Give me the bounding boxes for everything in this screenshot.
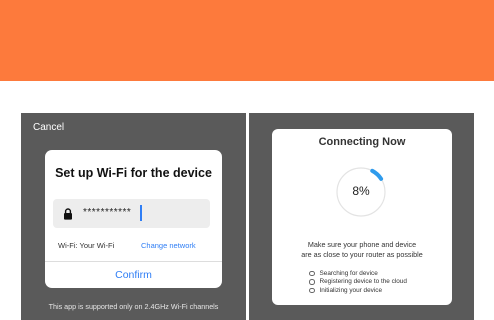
wifi-password-field[interactable]: *********** [53, 199, 210, 228]
connecting-title: Connecting Now [318, 136, 406, 148]
connecting-screen: Connecting Now 8% Make sure your phone a… [249, 113, 474, 320]
step-label: Initializing your device [319, 286, 383, 294]
step-status-icon [309, 270, 315, 276]
wifi-setup-screen: Cancel Set up Wi-Fi for the device *****… [21, 113, 246, 320]
instruction-line-1: Make sure your phone and device [307, 240, 417, 249]
step-status-icon [309, 287, 315, 293]
confirm-button[interactable]: Confirm [45, 262, 222, 288]
dialog-title: Set up Wi-Fi for the device [55, 166, 212, 180]
connecting-card: Connecting Now 8% Make sure your phone a… [272, 129, 452, 305]
instruction-line-2: are as close to your router as possible [301, 250, 423, 259]
step-searching: Searching for device [309, 269, 449, 278]
text-cursor [140, 205, 142, 221]
wifi-setup-dialog: Set up Wi-Fi for the device *********** … [45, 150, 222, 288]
step-initializing: Initializing your device [309, 286, 449, 295]
progress-percent: 8% [352, 184, 370, 198]
orange-banner [0, 0, 494, 81]
step-label: Registering device to the cloud [319, 278, 407, 286]
wifi-password-value: *********** [83, 207, 132, 218]
step-registering: Registering device to the cloud [309, 278, 449, 287]
current-wifi-label: Wi-Fi: Your Wi-Fi [58, 241, 115, 250]
support-note: This app is supported only on 2.4GHz Wi-… [48, 302, 219, 311]
cancel-button[interactable]: Cancel [33, 122, 64, 133]
lock-icon [64, 208, 72, 220]
step-label: Searching for device [319, 269, 378, 277]
connection-steps-list: Searching for device Registering device … [309, 269, 449, 295]
change-network-link[interactable]: Change network [141, 241, 196, 250]
step-status-icon [309, 279, 315, 285]
